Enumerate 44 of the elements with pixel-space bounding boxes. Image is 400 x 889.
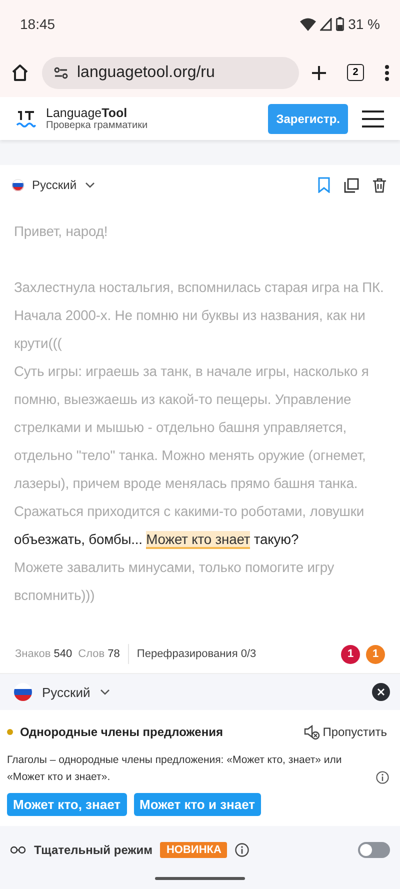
word-count: Слов 78 bbox=[78, 648, 120, 660]
signal-icon bbox=[320, 18, 332, 30]
language-dropdown[interactable]: Русский bbox=[14, 683, 110, 701]
home-icon[interactable] bbox=[10, 62, 30, 82]
logo-icon bbox=[16, 110, 36, 128]
issue-description: Глаголы – однородные члены предложения: «Может кто, знает» или «Может кто и знает». bbox=[7, 753, 343, 785]
signup-button[interactable]: Зарегистр. bbox=[268, 104, 348, 134]
editor-paragraph[interactable]: Суть игры: играешь за танк, в начале игры, насколько я помню, выезжаешь из какой-то пещеры. Управление стрелками и мышью - отдельно башня управляется, отдельно "тело" танка. Можно менять оружие (огнемет, лазеры), причем вроде менялась прямо башня танка. Сражаться приходится с какими-то роботами, ловушки объезжать, бомбы... Может кто знает такую? bbox=[14, 357, 386, 553]
flag-icon bbox=[12, 179, 24, 191]
bookmark-icon[interactable] bbox=[318, 177, 330, 193]
battery-level: 31 % bbox=[348, 16, 380, 32]
flag-icon bbox=[14, 683, 32, 701]
mode-toggle[interactable] bbox=[358, 842, 390, 858]
copy-icon[interactable] bbox=[344, 178, 359, 192]
more-icon[interactable] bbox=[384, 64, 390, 82]
chevron-down-icon bbox=[84, 182, 95, 188]
wifi-icon bbox=[300, 18, 316, 30]
tab-count-button[interactable]: 2 bbox=[347, 64, 364, 81]
url-text: languagetool.org/ru bbox=[77, 64, 215, 82]
suggestion-button[interactable]: Может кто, знает bbox=[7, 793, 127, 816]
brand-name: LanguageTool bbox=[46, 106, 128, 120]
new-badge: НОВИНКА bbox=[160, 842, 228, 858]
suggestion-button[interactable]: Может кто и знает bbox=[134, 793, 262, 816]
issue-title: Однородные члены предложения bbox=[20, 725, 223, 739]
site-settings-icon bbox=[54, 66, 68, 78]
character-count: Знаков 540 bbox=[15, 648, 72, 660]
info-icon[interactable] bbox=[376, 771, 389, 784]
address-bar[interactable]: languagetool.org/ru bbox=[42, 56, 299, 88]
trash-icon[interactable] bbox=[373, 178, 386, 192]
close-icon[interactable] bbox=[372, 683, 390, 701]
battery-icon bbox=[336, 17, 344, 31]
new-tab-icon[interactable] bbox=[311, 64, 327, 80]
issue-count-badge[interactable]: 1 bbox=[341, 644, 360, 664]
language-dropdown[interactable]: Русский bbox=[12, 178, 95, 192]
glasses-icon bbox=[10, 846, 26, 854]
info-icon[interactable] bbox=[235, 843, 250, 857]
chevron-down-icon bbox=[100, 689, 110, 695]
rephrase-count: Перефразирования 0/3 bbox=[136, 648, 256, 660]
skip-button[interactable]: Пропустить bbox=[298, 724, 393, 740]
brand-subtitle: Проверка грамматики bbox=[46, 120, 149, 131]
menu-icon[interactable] bbox=[362, 110, 384, 128]
mode-label: Тщательный режим bbox=[34, 843, 152, 857]
status-time: 18:45 bbox=[20, 16, 56, 32]
mute-icon bbox=[304, 724, 320, 740]
